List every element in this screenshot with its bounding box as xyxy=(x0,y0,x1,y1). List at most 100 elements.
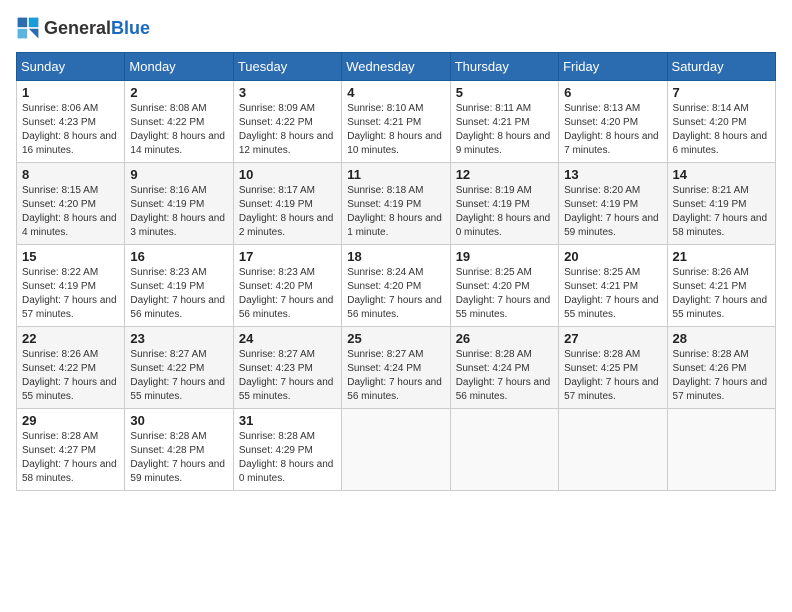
day-info: Sunrise: 8:15 AMSunset: 4:20 PMDaylight:… xyxy=(22,185,117,238)
day-number: 14 xyxy=(673,167,770,182)
day-info: Sunrise: 8:23 AMSunset: 4:19 PMDaylight:… xyxy=(130,267,225,320)
day-info: Sunrise: 8:11 AMSunset: 4:21 PMDaylight:… xyxy=(456,103,551,156)
calendar-cell: 21 Sunrise: 8:26 AMSunset: 4:21 PMDayligh… xyxy=(667,245,775,327)
day-number: 4 xyxy=(347,85,444,100)
calendar-week-row: 8 Sunrise: 8:15 AMSunset: 4:20 PMDaylight… xyxy=(17,163,776,245)
calendar-week-row: 22 Sunrise: 8:26 AMSunset: 4:22 PMDayligh… xyxy=(17,327,776,409)
day-number: 13 xyxy=(564,167,661,182)
day-info: Sunrise: 8:28 AMSunset: 4:25 PMDaylight:… xyxy=(564,349,659,402)
day-number: 16 xyxy=(130,249,227,264)
day-info: Sunrise: 8:16 AMSunset: 4:19 PMDaylight:… xyxy=(130,185,225,238)
day-number: 28 xyxy=(673,331,770,346)
day-info: Sunrise: 8:25 AMSunset: 4:20 PMDaylight:… xyxy=(456,267,551,320)
day-number: 20 xyxy=(564,249,661,264)
calendar-cell: 9 Sunrise: 8:16 AMSunset: 4:19 PMDaylight… xyxy=(125,163,233,245)
calendar-cell: 18 Sunrise: 8:24 AMSunset: 4:20 PMDayligh… xyxy=(342,245,450,327)
calendar-cell: 22 Sunrise: 8:26 AMSunset: 4:22 PMDayligh… xyxy=(17,327,125,409)
day-info: Sunrise: 8:20 AMSunset: 4:19 PMDaylight:… xyxy=(564,185,659,238)
day-info: Sunrise: 8:26 AMSunset: 4:22 PMDaylight:… xyxy=(22,349,117,402)
day-number: 8 xyxy=(22,167,119,182)
day-number: 15 xyxy=(22,249,119,264)
calendar-header-friday: Friday xyxy=(559,53,667,81)
day-number: 24 xyxy=(239,331,336,346)
day-number: 12 xyxy=(456,167,553,182)
day-number: 10 xyxy=(239,167,336,182)
day-number: 27 xyxy=(564,331,661,346)
day-number: 18 xyxy=(347,249,444,264)
day-number: 11 xyxy=(347,167,444,182)
calendar-cell: 15Sunrise: 8:22 AMSunset: 4:19 PMDayligh… xyxy=(17,245,125,327)
day-number: 6 xyxy=(564,85,661,100)
calendar-cell: 3Sunrise: 8:09 AMSunset: 4:22 PMDaylight… xyxy=(233,81,341,163)
day-number: 21 xyxy=(673,249,770,264)
day-number: 29 xyxy=(22,413,119,428)
calendar-week-row: 29 Sunrise: 8:28 AMSunset: 4:27 PMDayligh… xyxy=(17,409,776,491)
calendar-cell: 6 Sunrise: 8:13 AMSunset: 4:20 PMDaylight… xyxy=(559,81,667,163)
day-number: 5 xyxy=(456,85,553,100)
day-info: Sunrise: 8:18 AMSunset: 4:19 PMDaylight:… xyxy=(347,185,442,238)
day-info: Sunrise: 8:28 AMSunset: 4:24 PMDaylight:… xyxy=(456,349,551,402)
calendar-week-row: 15Sunrise: 8:22 AMSunset: 4:19 PMDayligh… xyxy=(17,245,776,327)
day-number: 19 xyxy=(456,249,553,264)
calendar-header-thursday: Thursday xyxy=(450,53,558,81)
calendar-cell: 23 Sunrise: 8:27 AMSunset: 4:22 PMDayligh… xyxy=(125,327,233,409)
day-info: Sunrise: 8:25 AMSunset: 4:21 PMDaylight:… xyxy=(564,267,659,320)
day-info: Sunrise: 8:28 AMSunset: 4:27 PMDaylight:… xyxy=(22,431,117,484)
calendar-cell: 12Sunrise: 8:19 AMSunset: 4:19 PMDayligh… xyxy=(450,163,558,245)
calendar-cell: 26 Sunrise: 8:28 AMSunset: 4:24 PMDayligh… xyxy=(450,327,558,409)
calendar-cell: 14 Sunrise: 8:21 AMSunset: 4:19 PMDayligh… xyxy=(667,163,775,245)
day-info: Sunrise: 8:23 AMSunset: 4:20 PMDaylight:… xyxy=(239,267,334,320)
day-info: Sunrise: 8:27 AMSunset: 4:22 PMDaylight:… xyxy=(130,349,225,402)
calendar-cell: 30 Sunrise: 8:28 AMSunset: 4:28 PMDayligh… xyxy=(125,409,233,491)
logo-blue-text: Blue xyxy=(111,18,150,38)
day-info: Sunrise: 8:24 AMSunset: 4:20 PMDaylight:… xyxy=(347,267,442,320)
calendar-cell xyxy=(450,409,558,491)
calendar-cell: 4 Sunrise: 8:10 AMSunset: 4:21 PMDaylight… xyxy=(342,81,450,163)
day-info: Sunrise: 8:10 AMSunset: 4:21 PMDaylight:… xyxy=(347,103,442,156)
day-info: Sunrise: 8:28 AMSunset: 4:29 PMDaylight:… xyxy=(239,431,334,484)
calendar-cell: 27 Sunrise: 8:28 AMSunset: 4:25 PMDayligh… xyxy=(559,327,667,409)
calendar-cell: 7 Sunrise: 8:14 AMSunset: 4:20 PMDaylight… xyxy=(667,81,775,163)
calendar-table: SundayMondayTuesdayWednesdayThursdayFrid… xyxy=(16,52,776,491)
calendar-cell: 29 Sunrise: 8:28 AMSunset: 4:27 PMDayligh… xyxy=(17,409,125,491)
day-info: Sunrise: 8:28 AMSunset: 4:26 PMDaylight:… xyxy=(673,349,768,402)
calendar-header-saturday: Saturday xyxy=(667,53,775,81)
day-number: 2 xyxy=(130,85,227,100)
calendar-week-row: 1 Sunrise: 8:06 AMSunset: 4:23 PMDaylight… xyxy=(17,81,776,163)
calendar-cell: 31 Sunrise: 8:28 AMSunset: 4:29 PMDayligh… xyxy=(233,409,341,491)
day-info: Sunrise: 8:21 AMSunset: 4:19 PMDaylight:… xyxy=(673,185,768,238)
day-info: Sunrise: 8:06 AMSunset: 4:23 PMDaylight:… xyxy=(22,103,117,156)
day-number: 1 xyxy=(22,85,119,100)
day-info: Sunrise: 8:08 AMSunset: 4:22 PMDaylight:… xyxy=(130,103,225,156)
day-number: 23 xyxy=(130,331,227,346)
day-info: Sunrise: 8:14 AMSunset: 4:20 PMDaylight:… xyxy=(673,103,768,156)
logo-general-text: General xyxy=(44,18,111,38)
calendar-cell: 24 Sunrise: 8:27 AMSunset: 4:23 PMDayligh… xyxy=(233,327,341,409)
calendar-cell xyxy=(342,409,450,491)
calendar-cell: 8 Sunrise: 8:15 AMSunset: 4:20 PMDaylight… xyxy=(17,163,125,245)
day-number: 9 xyxy=(130,167,227,182)
day-info: Sunrise: 8:13 AMSunset: 4:20 PMDaylight:… xyxy=(564,103,659,156)
calendar-cell: 1 Sunrise: 8:06 AMSunset: 4:23 PMDaylight… xyxy=(17,81,125,163)
calendar-header-sunday: Sunday xyxy=(17,53,125,81)
calendar-cell: 17 Sunrise: 8:23 AMSunset: 4:20 PMDayligh… xyxy=(233,245,341,327)
calendar-cell xyxy=(667,409,775,491)
calendar-cell: 11 Sunrise: 8:18 AMSunset: 4:19 PMDayligh… xyxy=(342,163,450,245)
day-info: Sunrise: 8:09 AMSunset: 4:22 PMDaylight:… xyxy=(239,103,334,156)
calendar-header-row: SundayMondayTuesdayWednesdayThursdayFrid… xyxy=(17,53,776,81)
calendar-cell: 13 Sunrise: 8:20 AMSunset: 4:19 PMDayligh… xyxy=(559,163,667,245)
day-number: 31 xyxy=(239,413,336,428)
day-number: 30 xyxy=(130,413,227,428)
day-number: 17 xyxy=(239,249,336,264)
calendar-cell: 28 Sunrise: 8:28 AMSunset: 4:26 PMDayligh… xyxy=(667,327,775,409)
day-number: 22 xyxy=(22,331,119,346)
day-number: 26 xyxy=(456,331,553,346)
day-info: Sunrise: 8:17 AMSunset: 4:19 PMDaylight:… xyxy=(239,185,334,238)
calendar-header-wednesday: Wednesday xyxy=(342,53,450,81)
calendar-cell: 16 Sunrise: 8:23 AMSunset: 4:19 PMDayligh… xyxy=(125,245,233,327)
day-info: Sunrise: 8:28 AMSunset: 4:28 PMDaylight:… xyxy=(130,431,225,484)
day-number: 7 xyxy=(673,85,770,100)
day-info: Sunrise: 8:26 AMSunset: 4:21 PMDaylight:… xyxy=(673,267,768,320)
day-info: Sunrise: 8:27 AMSunset: 4:23 PMDaylight:… xyxy=(239,349,334,402)
calendar-header-monday: Monday xyxy=(125,53,233,81)
